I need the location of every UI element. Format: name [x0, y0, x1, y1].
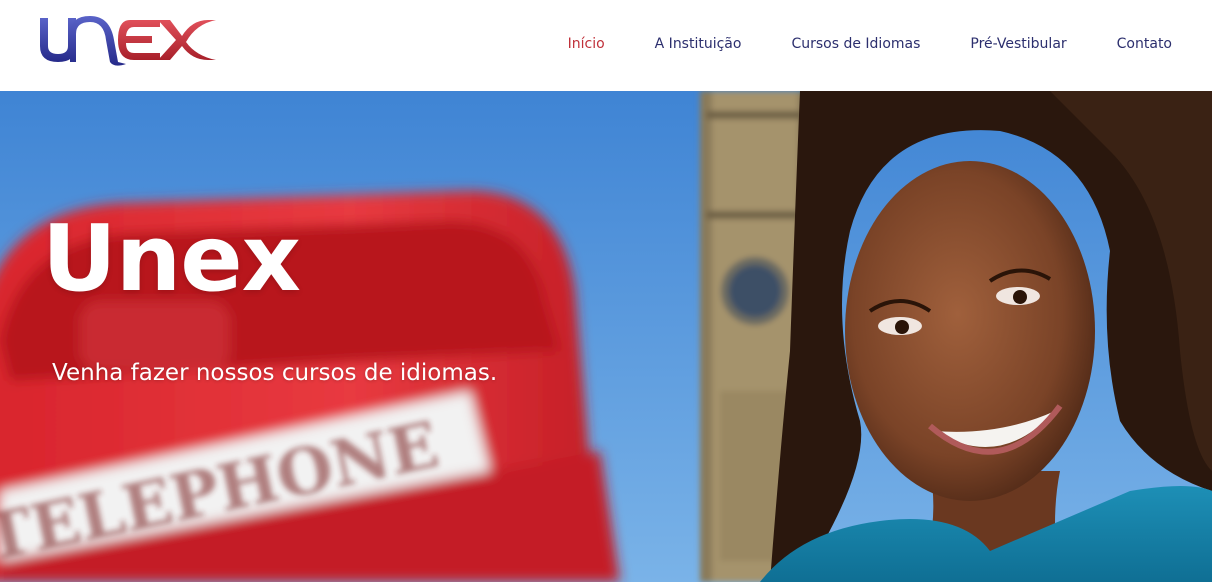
nav-link-contato[interactable]: Contato [1107, 34, 1212, 54]
main-nav: Início A Instituição Cursos de Idiomas P… [558, 0, 1212, 91]
nav-link-cursos-idiomas[interactable]: Cursos de Idiomas [781, 34, 960, 54]
hero-background-image: TELEPHONE [0, 91, 1212, 582]
hero-subtitle: Venha fazer nossos cursos de idiomas. [52, 360, 498, 386]
nav-link-inicio[interactable]: Início [558, 34, 645, 54]
nav-link-pre-vestibular[interactable]: Pré-Vestibular [960, 34, 1106, 54]
site-header: Início A Instituição Cursos de Idiomas P… [0, 0, 1212, 91]
hero-title: Unex [42, 205, 301, 312]
unex-logo[interactable] [34, 12, 220, 70]
hero-banner: TELEPHONE Unex Venha fazer nossos cursos… [0, 91, 1212, 582]
nav-link-instituicao[interactable]: A Instituição [645, 34, 782, 54]
